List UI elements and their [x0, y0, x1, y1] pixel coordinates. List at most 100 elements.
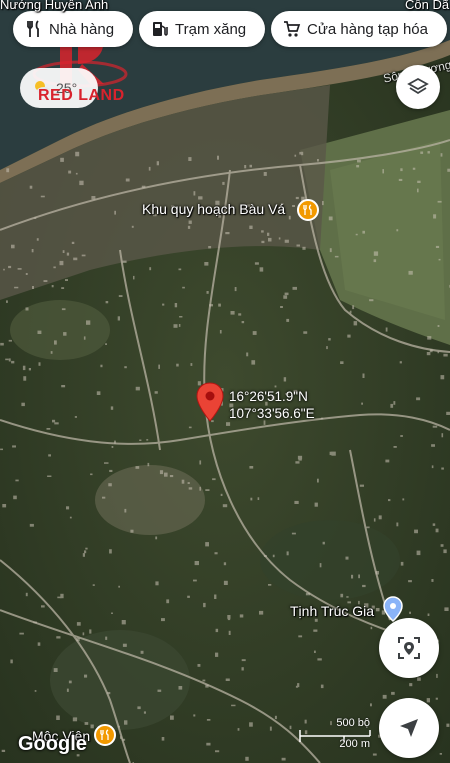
building-speck	[420, 151, 424, 154]
building-speck	[61, 287, 65, 289]
building-speck	[21, 402, 25, 407]
building-speck	[193, 191, 196, 196]
building-speck	[81, 254, 86, 257]
layers-button[interactable]	[396, 65, 440, 109]
building-speck	[322, 541, 325, 545]
building-speck	[289, 725, 292, 730]
building-speck	[53, 266, 56, 269]
building-speck	[141, 185, 146, 188]
building-speck	[109, 549, 112, 554]
building-speck	[417, 677, 421, 681]
building-speck	[358, 574, 360, 579]
building-speck	[396, 229, 399, 232]
navigate-button[interactable]	[379, 698, 439, 758]
building-speck	[257, 497, 260, 500]
building-speck	[38, 362, 41, 366]
building-speck	[124, 508, 127, 513]
building-speck	[433, 214, 437, 219]
building-speck	[84, 550, 87, 554]
building-speck	[37, 642, 41, 646]
building-speck	[431, 579, 434, 582]
building-speck	[426, 698, 430, 703]
building-speck	[36, 238, 39, 241]
building-speck	[263, 555, 267, 557]
poi-label[interactable]: Khu quy hoạch Bàu Vá	[142, 201, 285, 217]
building-speck	[326, 346, 328, 350]
chip-restaurants[interactable]: Nhà hàng	[13, 11, 133, 47]
building-speck	[417, 188, 419, 193]
building-speck	[178, 324, 181, 327]
building-speck	[283, 377, 287, 382]
building-speck	[82, 632, 85, 636]
building-speck	[292, 286, 297, 290]
poi-marker[interactable]	[297, 199, 319, 221]
building-speck	[19, 632, 24, 635]
chip-groceries[interactable]: Cửa hàng tạp hóa	[271, 11, 447, 47]
chip-gas-stations[interactable]: Trạm xăng	[139, 11, 265, 47]
building-speck	[212, 478, 216, 481]
building-speck	[280, 306, 283, 308]
building-speck	[261, 230, 264, 233]
building-speck	[440, 544, 444, 547]
building-speck	[100, 364, 103, 368]
building-speck	[203, 602, 206, 608]
building-speck	[215, 750, 220, 753]
building-speck	[40, 195, 45, 198]
building-speck	[41, 605, 45, 608]
building-speck	[218, 303, 221, 307]
poi-label[interactable]: Tịnh Trúc Gia	[290, 603, 374, 619]
building-speck	[373, 259, 377, 263]
building-speck	[56, 715, 60, 720]
building-speck	[28, 368, 31, 371]
building-speck	[259, 267, 264, 272]
restaurant-icon	[27, 20, 39, 37]
building-speck	[427, 613, 430, 616]
building-speck	[166, 599, 170, 604]
building-speck	[286, 551, 289, 556]
building-speck	[385, 327, 388, 332]
building-speck	[208, 246, 212, 249]
building-speck	[427, 151, 430, 154]
building-speck	[86, 320, 91, 325]
building-speck	[402, 498, 405, 501]
building-speck	[149, 267, 152, 271]
building-speck	[347, 334, 351, 338]
building-speck	[140, 650, 144, 654]
building-speck	[220, 493, 223, 496]
dropped-pin-icon[interactable]	[196, 382, 224, 422]
building-speck	[398, 178, 403, 181]
building-speck	[114, 440, 116, 444]
chip-label: Trạm xăng	[175, 20, 247, 38]
building-speck	[314, 618, 318, 622]
building-speck	[359, 484, 364, 487]
building-speck	[3, 268, 5, 271]
building-speck	[382, 169, 384, 174]
building-speck	[199, 460, 202, 465]
building-speck	[164, 472, 168, 477]
building-speck	[187, 482, 190, 484]
building-speck	[443, 353, 448, 357]
building-speck	[432, 425, 438, 428]
building-speck	[193, 714, 196, 717]
building-speck	[340, 361, 344, 364]
building-speck	[412, 167, 416, 170]
building-speck	[228, 630, 231, 635]
building-speck	[284, 239, 289, 243]
building-speck	[161, 737, 165, 741]
building-speck	[408, 580, 412, 583]
building-speck	[159, 470, 164, 475]
building-speck	[29, 523, 34, 527]
building-speck	[8, 339, 12, 342]
poi-marker[interactable]	[94, 724, 116, 746]
building-speck	[199, 486, 201, 491]
building-speck	[60, 157, 64, 162]
building-speck	[375, 571, 379, 575]
building-speck	[188, 220, 192, 224]
building-speck	[417, 180, 421, 183]
building-speck	[317, 658, 322, 661]
building-speck	[62, 250, 65, 253]
building-speck	[259, 610, 264, 615]
building-speck	[357, 159, 361, 163]
my-location-button[interactable]	[379, 618, 439, 678]
building-speck	[329, 248, 332, 253]
